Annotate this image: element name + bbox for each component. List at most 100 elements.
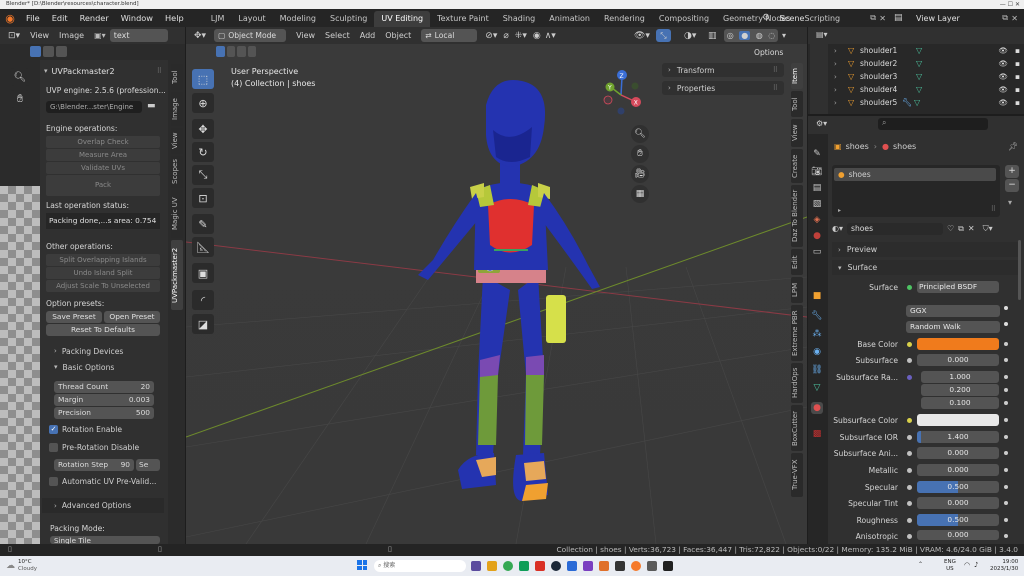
object-properties-icon[interactable]: ■ bbox=[811, 290, 823, 302]
subsurface-field[interactable]: 0.000 bbox=[917, 354, 999, 366]
transform-panel-header[interactable]: › Transform ⠿ bbox=[662, 63, 784, 77]
editor-type-icon[interactable]: ⊡▾ bbox=[8, 31, 20, 41]
advanced-options-section[interactable]: › Advanced Options bbox=[42, 498, 164, 513]
eye-icon[interactable]: 👁︎ bbox=[998, 72, 1008, 81]
uvp-panel-header[interactable]: ▾ UVPackmaster2 ⠿ bbox=[44, 64, 164, 78]
pre-rotation-checkbox[interactable]: Pre-Rotation Disable bbox=[49, 443, 139, 452]
windows-start-icon[interactable] bbox=[357, 560, 367, 570]
image-name-field[interactable]: text bbox=[109, 29, 168, 42]
metallic-field[interactable]: 0.000 bbox=[917, 464, 999, 476]
tab-rendering[interactable]: Rendering bbox=[597, 11, 652, 27]
uv-tab-uvpackmaster2[interactable]: UVPackmaster2 bbox=[171, 240, 183, 310]
xray-icon[interactable]: ▥ bbox=[708, 31, 717, 41]
visibility-icon[interactable]: 👁︎▾ bbox=[634, 31, 650, 41]
view-layer-properties-icon[interactable]: ▧ bbox=[811, 198, 823, 210]
blender-logo-icon[interactable]: ◉ bbox=[0, 12, 20, 25]
vp-tab-daz-to-blender[interactable]: Daz To Blender bbox=[791, 185, 803, 247]
file-explorer-icon[interactable] bbox=[487, 561, 497, 571]
base-color-swatch[interactable] bbox=[917, 338, 999, 350]
eye-icon[interactable]: 👁︎ bbox=[998, 85, 1008, 94]
chevron-right-icon[interactable]: › bbox=[834, 60, 848, 68]
subsurface-radius-x[interactable]: 1.000 bbox=[921, 371, 999, 383]
measure-tool-icon[interactable]: 📐︎ bbox=[192, 237, 214, 257]
subsurface-anisotropy-field[interactable]: 0.000 bbox=[917, 447, 999, 459]
vp-tab-hardops[interactable]: HardOps bbox=[791, 363, 803, 403]
tab-shading[interactable]: Shading bbox=[496, 11, 543, 27]
world-properties-icon[interactable]: ● bbox=[811, 230, 823, 242]
camera-icon[interactable]: ▪ bbox=[1015, 46, 1020, 55]
scene-properties-icon[interactable]: ◈ bbox=[811, 214, 823, 226]
drag-handle-icon[interactable]: ⠿ bbox=[773, 84, 778, 92]
app-icon[interactable] bbox=[567, 561, 577, 571]
tool-settings-icon[interactable]: ✎ bbox=[811, 148, 823, 160]
vp-tab-extreme-pbr[interactable]: Extreme PBR bbox=[791, 305, 803, 361]
save-preset-button[interactable]: Save Preset bbox=[46, 311, 102, 323]
tab-ljm[interactable]: LJM bbox=[204, 11, 232, 27]
fake-user-icon[interactable]: ♡ bbox=[947, 224, 954, 233]
tab-animation[interactable]: Animation bbox=[542, 11, 597, 27]
animate-dot-icon[interactable] bbox=[1004, 306, 1008, 310]
annotate-tool-icon[interactable]: ✎ bbox=[192, 214, 214, 234]
app-icon[interactable] bbox=[519, 561, 529, 571]
animate-dot-icon[interactable] bbox=[1004, 358, 1008, 362]
transform-tool-icon[interactable]: ⊡ bbox=[192, 188, 214, 208]
vp-menu-add[interactable]: Add bbox=[360, 31, 376, 40]
duplicate-material-icon[interactable]: ⧉ bbox=[958, 224, 964, 234]
vp-menu-object[interactable]: Object bbox=[385, 31, 411, 40]
animate-dot-icon[interactable] bbox=[1004, 534, 1008, 538]
proportional-edit-icon[interactable]: ◉ bbox=[533, 31, 541, 41]
collection-properties-icon[interactable]: ▭ bbox=[811, 246, 823, 258]
pack-button[interactable]: Pack bbox=[46, 175, 160, 196]
properties-panel-header[interactable]: › Properties ⠿ bbox=[662, 81, 784, 95]
tab-layout[interactable]: Layout bbox=[231, 11, 272, 27]
select-mode-extend-icon[interactable] bbox=[43, 46, 54, 57]
subsurface-method-dropdown[interactable]: Random Walk bbox=[906, 321, 1000, 333]
volume-icon[interactable]: ♪ bbox=[974, 561, 978, 569]
anisotropic-field[interactable]: 0.000 bbox=[917, 530, 999, 540]
eye-icon[interactable]: 👁︎ bbox=[998, 98, 1008, 107]
image-browse-icon[interactable]: ▣▾ bbox=[94, 31, 106, 40]
menu-file[interactable]: File bbox=[20, 9, 46, 27]
uv-tab-image[interactable]: Image bbox=[171, 92, 183, 126]
view-layer-close-icon[interactable]: ✕ bbox=[1011, 14, 1018, 23]
shading-options-icon[interactable]: ▾ bbox=[782, 31, 786, 40]
slot-menu-icon[interactable]: ▾ bbox=[1008, 198, 1012, 207]
undo-island-split-button[interactable]: Undo Island Split bbox=[46, 267, 160, 279]
eye-icon[interactable]: 👁︎ bbox=[998, 59, 1008, 68]
constraint-properties-icon[interactable]: ⛓︎ bbox=[811, 364, 823, 376]
scene-copy-icon[interactable]: ⧉ bbox=[870, 13, 876, 23]
viewport-3d[interactable]: ✥▾ ▢ Object Mode View Select Add Object … bbox=[186, 27, 807, 544]
uvp-engine-path[interactable]: G:\Blender...ster\Engine bbox=[46, 101, 142, 113]
weather-widget[interactable]: ☁ 10°C Cloudy bbox=[6, 559, 37, 573]
outliner-row[interactable]: › ▽ shoulder2 ▽ 👁︎ ▪ bbox=[834, 57, 1024, 70]
editor-type-icon[interactable]: ✥▾ bbox=[194, 31, 206, 41]
vp-menu-select[interactable]: Select bbox=[325, 31, 350, 40]
navigation-gizmo[interactable]: Z X Y bbox=[596, 67, 646, 117]
falloff-icon[interactable]: ∧▾ bbox=[545, 31, 556, 41]
subsurface-ior-field[interactable]: 1.400 bbox=[917, 431, 999, 443]
material-slot-list[interactable]: ● shoes ▸ ⠿ bbox=[832, 165, 1000, 217]
data-properties-icon[interactable]: ▽ bbox=[811, 382, 823, 394]
animate-dot-icon[interactable] bbox=[1004, 518, 1008, 522]
menu-window[interactable]: Window bbox=[115, 9, 159, 27]
menu-help[interactable]: Help bbox=[159, 9, 190, 27]
camera-icon[interactable]: ▪ bbox=[1015, 98, 1020, 107]
measure-area-button[interactable]: Measure Area bbox=[46, 149, 160, 161]
tab-modeling[interactable]: Modeling bbox=[273, 11, 323, 27]
animate-dot-icon[interactable] bbox=[1004, 418, 1008, 422]
physics-properties-icon[interactable]: ◉ bbox=[811, 346, 823, 358]
tray-chevron-icon[interactable]: ⌃ bbox=[918, 561, 923, 568]
margin-field[interactable]: Margin 0.003 bbox=[54, 394, 154, 406]
camera-icon[interactable]: ▪ bbox=[1015, 59, 1020, 68]
character-model[interactable] bbox=[398, 75, 638, 515]
eye-icon[interactable]: 👁︎ bbox=[998, 46, 1008, 55]
overlap-check-button[interactable]: Overlap Check bbox=[46, 136, 160, 148]
auto-uv-checkbox[interactable]: Automatic UV Pre-Valid... bbox=[49, 477, 156, 486]
shading-modes[interactable]: ◎ ● ◍ ◌ bbox=[724, 29, 778, 42]
open-preset-button[interactable]: Open Preset bbox=[104, 311, 160, 323]
scene-close-icon[interactable]: ✕ bbox=[879, 14, 886, 23]
tab-texture-paint[interactable]: Texture Paint bbox=[430, 11, 496, 27]
specular-tint-field[interactable]: 0.000 bbox=[917, 497, 999, 509]
menu-render[interactable]: Render bbox=[74, 9, 115, 27]
transform-orientation-dropdown[interactable]: ⇄ Local bbox=[421, 29, 478, 42]
